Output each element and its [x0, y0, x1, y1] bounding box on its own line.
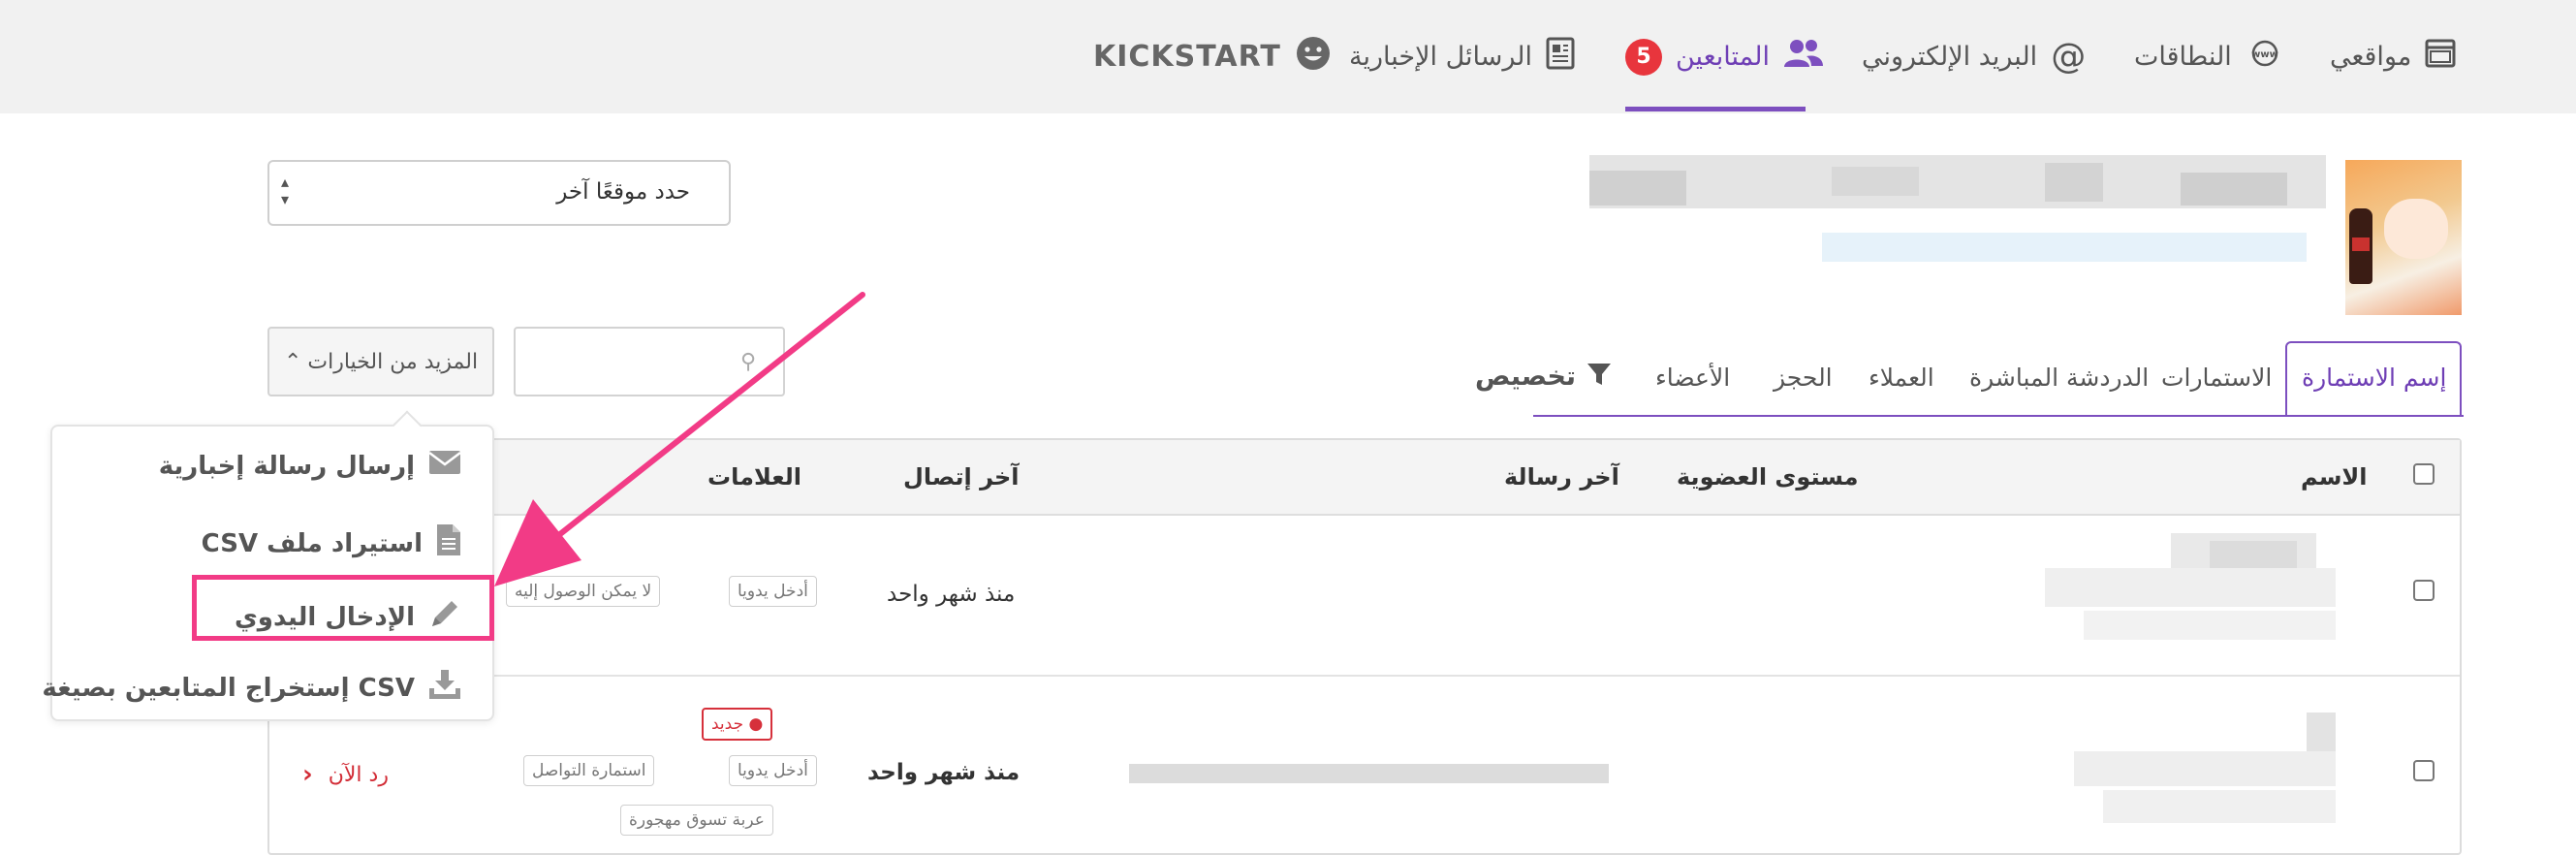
followers-count-badge: 5 — [1625, 38, 1662, 76]
at-sign-icon: @ — [2051, 37, 2087, 77]
newsletter-icon — [1546, 37, 1575, 77]
menu-item-import-csv[interactable]: استيراد ملف CSV — [202, 523, 461, 563]
nav-label: البريد الإلكتروني — [1862, 42, 2038, 72]
smiley-icon — [1295, 35, 1332, 79]
filter-label: تخصيص — [1475, 361, 1577, 392]
more-options-menu: إرسال رسالة إخبارية استيراد ملف CSV الإد… — [42, 425, 494, 721]
active-tab-indicator — [1625, 107, 1806, 111]
nav-item-email[interactable]: @ البريد الإلكتروني — [1862, 0, 2086, 113]
reply-now-link[interactable]: رد الآن ‹ — [302, 760, 389, 789]
row-last-contact: منذ شهر واحد — [887, 582, 1016, 607]
row-name-blurred — [2045, 533, 2355, 645]
menu-item-export-csv[interactable]: CSV إستخراج المتابعين بصيغة — [42, 669, 461, 707]
annotation-highlight-box — [192, 575, 494, 641]
row-last-message-blurred — [1129, 764, 1609, 783]
column-header-name[interactable]: الاسم — [2301, 463, 2368, 491]
column-header-last-message[interactable]: آخر رسالة — [1504, 463, 1619, 491]
column-header-last-contact[interactable]: آخر إتصال — [903, 463, 1020, 491]
annotation-arrow — [494, 292, 865, 586]
envelope-icon — [428, 450, 461, 482]
menu-item-label: CSV إستخراج المتابعين بصيغة — [42, 673, 415, 703]
tag-chip: عربة تسوق مهجورة — [620, 805, 773, 836]
avatar — [2345, 160, 2462, 315]
nav-item-my-sites[interactable]: مواقعي — [2330, 0, 2456, 113]
top-navigation-bar: مواقعي www النطاقات @ البريد الإلكتروني … — [0, 0, 2576, 113]
chevron-left-icon: ‹ — [302, 760, 313, 789]
row-name-blurred — [2074, 712, 2345, 829]
chevron-up-icon: ⌃ — [283, 349, 302, 374]
row-checkbox[interactable] — [2413, 580, 2435, 601]
browser-window-icon — [2425, 39, 2456, 75]
menu-item-label: إرسال رسالة إخبارية — [158, 451, 415, 481]
nav-label: الرسائل الإخبارية — [1349, 42, 1533, 72]
users-icon — [1783, 38, 1824, 76]
nav-label: النطاقات — [2134, 42, 2232, 72]
more-options-label: المزيد من الخيارات — [307, 349, 479, 374]
new-status-label: جديد — [711, 714, 744, 734]
reply-label: رد الآن — [328, 762, 389, 787]
tab-forms[interactable]: الاستمارات — [2161, 364, 2272, 392]
more-options-button[interactable]: المزيد من الخيارات ⌃ — [267, 327, 494, 396]
download-icon — [428, 669, 461, 707]
column-header-membership[interactable]: مستوى العضوية — [1677, 463, 1859, 491]
file-icon — [436, 523, 461, 563]
tab-live-chat[interactable]: الدردشة المباشرة — [1969, 364, 2149, 392]
nav-label: مواقعي — [2330, 42, 2412, 72]
nav-item-domains[interactable]: www النطاقات — [2134, 0, 2284, 113]
nav-label: المتابعين — [1676, 42, 1770, 72]
profile-blurred — [1580, 155, 2326, 271]
tab-form-name[interactable]: إسم الاستمارة — [2302, 364, 2446, 392]
nav-item-kickstart[interactable]: KICKSTART — [1093, 0, 1332, 113]
tag-chip: أدخل يدويا — [729, 755, 817, 786]
nav-label: KICKSTART — [1093, 40, 1281, 74]
select-all-checkbox[interactable] — [2413, 463, 2435, 485]
www-globe-icon: www — [2246, 39, 2284, 75]
menu-item-label: استيراد ملف CSV — [201, 528, 423, 558]
row-last-contact: منذ شهر واحد — [867, 760, 1021, 785]
nav-item-newsletters[interactable]: الرسائل الإخبارية — [1349, 0, 1575, 113]
tab-booking[interactable]: الحجز — [1774, 364, 1833, 392]
row-checkbox[interactable] — [2413, 760, 2435, 781]
menu-item-send-newsletter[interactable]: إرسال رسالة إخبارية — [159, 450, 461, 482]
site-select-value: حدد موقعًا آخر — [556, 179, 690, 205]
filter-button[interactable]: تخصيص — [1475, 361, 1613, 392]
svg-text:www: www — [2251, 49, 2278, 60]
tab-members[interactable]: الأعضاء — [1655, 364, 1730, 392]
select-arrows-icon: ▴ ▾ — [281, 173, 290, 208]
tab-customers[interactable]: العملاء — [1869, 364, 1934, 392]
tag-chip: استمارة التواصل — [523, 755, 655, 786]
nav-item-followers[interactable]: المتابعين 5 — [1625, 0, 1824, 113]
filter-icon — [1586, 361, 1613, 392]
new-status-badge: ● جديد — [702, 708, 773, 741]
site-select-dropdown[interactable]: حدد موقعًا آخر ▴ ▾ — [267, 160, 731, 226]
